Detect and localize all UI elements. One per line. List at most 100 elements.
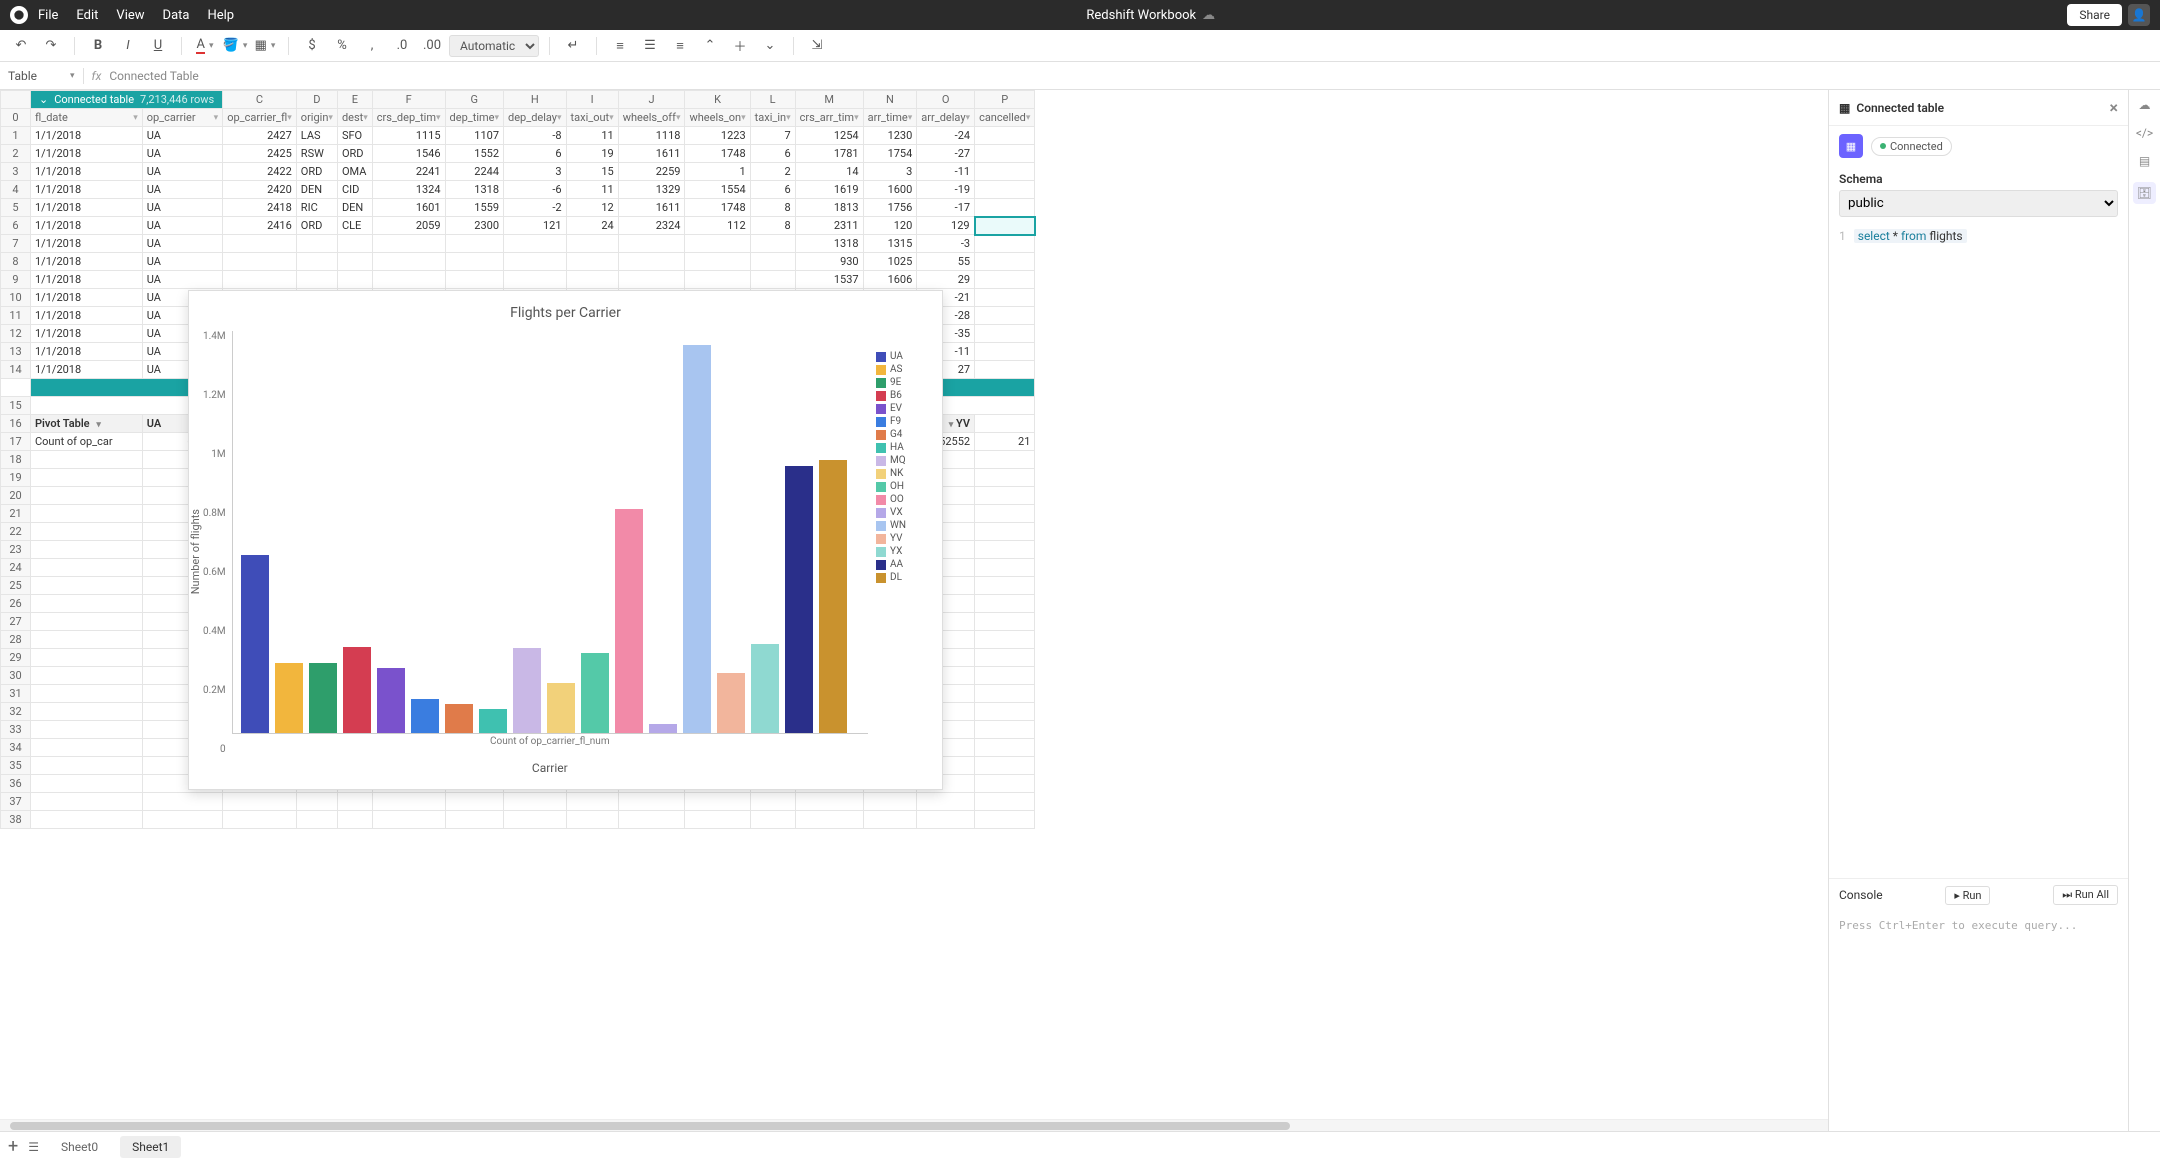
all-sheets-button[interactable]: ☰ <box>28 1140 39 1154</box>
cell[interactable]: -8 <box>504 127 567 145</box>
cell[interactable] <box>504 235 567 253</box>
cell[interactable] <box>223 235 297 253</box>
wrap-text-button[interactable]: ↵ <box>560 34 586 58</box>
cell[interactable]: RIC <box>296 199 337 217</box>
cell[interactable]: 14 <box>795 163 863 181</box>
col-letter[interactable]: L <box>750 91 795 109</box>
cell[interactable]: 7 <box>750 127 795 145</box>
cell[interactable]: 129 <box>917 217 975 235</box>
col-letter[interactable]: D <box>296 91 337 109</box>
cell[interactable]: 1/1/2018 <box>31 199 143 217</box>
cell[interactable]: 24 <box>566 217 618 235</box>
cell[interactable] <box>445 253 503 271</box>
row-number[interactable]: 9 <box>1 271 31 289</box>
cell[interactable] <box>975 181 1035 199</box>
cell[interactable]: UA <box>142 271 222 289</box>
cell[interactable]: 1/1/2018 <box>31 127 143 145</box>
cell[interactable]: 1756 <box>863 199 917 217</box>
col-letter[interactable]: E <box>337 91 372 109</box>
col-letter[interactable]: G <box>445 91 503 109</box>
cell[interactable]: UA <box>142 253 222 271</box>
align-left-button[interactable]: ≡ <box>607 34 633 58</box>
cell[interactable]: 2300 <box>445 217 503 235</box>
cell[interactable] <box>975 307 1035 325</box>
cell[interactable]: 2244 <box>445 163 503 181</box>
cell[interactable]: 1107 <box>445 127 503 145</box>
cell[interactable]: 19 <box>566 145 618 163</box>
redo-button[interactable]: ↷ <box>38 34 64 58</box>
menu-data[interactable]: Data <box>163 8 190 23</box>
cell[interactable]: 112 <box>685 217 750 235</box>
sql-editor[interactable]: 1 select * from flights <box>1829 223 2128 878</box>
column-header[interactable]: crs_arr_tim▾ <box>795 109 863 127</box>
cell[interactable]: 1600 <box>863 181 917 199</box>
row-number[interactable]: 12 <box>1 325 31 343</box>
cell[interactable] <box>445 235 503 253</box>
cell[interactable]: 8 <box>750 217 795 235</box>
cell[interactable]: 6 <box>750 181 795 199</box>
cell[interactable]: 1315 <box>863 235 917 253</box>
cell[interactable]: 1/1/2018 <box>31 163 143 181</box>
sheet-tab-0[interactable]: Sheet0 <box>49 1136 110 1158</box>
col-letter[interactable]: N <box>863 91 917 109</box>
col-letter[interactable]: M <box>795 91 863 109</box>
cell[interactable] <box>223 271 297 289</box>
column-header[interactable]: dep_time▾ <box>445 109 503 127</box>
cell[interactable] <box>975 163 1035 181</box>
cell[interactable]: 1115 <box>372 127 445 145</box>
column-header[interactable]: wheels_on▾ <box>685 109 750 127</box>
cell[interactable]: OMA <box>337 163 372 181</box>
cell[interactable] <box>296 271 337 289</box>
cell[interactable]: 1606 <box>863 271 917 289</box>
cell[interactable]: 1118 <box>618 127 685 145</box>
cell[interactable] <box>372 235 445 253</box>
column-header[interactable]: op_carrier_fl▾ <box>223 109 297 127</box>
text-color-button[interactable]: A▾ <box>192 34 218 58</box>
share-button[interactable]: Share <box>2067 4 2122 26</box>
cell[interactable]: UA <box>142 235 222 253</box>
align-center-button[interactable]: ☰ <box>637 34 663 58</box>
row-number[interactable]: 3 <box>1 163 31 181</box>
cell[interactable]: DEN <box>337 199 372 217</box>
cell[interactable] <box>337 271 372 289</box>
column-header[interactable]: origin▾ <box>296 109 337 127</box>
cell[interactable]: 2311 <box>795 217 863 235</box>
schema-select[interactable]: public <box>1839 190 2118 217</box>
increase-decimal-button[interactable]: .00 <box>419 34 445 58</box>
cell[interactable] <box>566 253 618 271</box>
menu-view[interactable]: View <box>116 8 144 23</box>
cell[interactable] <box>975 361 1035 379</box>
cell[interactable] <box>685 271 750 289</box>
code-icon[interactable]: </> <box>2136 126 2153 140</box>
number-format-select[interactable]: Automatic <box>449 35 539 57</box>
cell[interactable] <box>750 253 795 271</box>
cell[interactable] <box>223 253 297 271</box>
cell[interactable] <box>296 235 337 253</box>
chart-panel[interactable]: Flights per Carrier Number of flights 1.… <box>188 290 943 790</box>
cell[interactable]: 1230 <box>863 127 917 145</box>
cell[interactable] <box>337 253 372 271</box>
cell[interactable]: -24 <box>917 127 975 145</box>
col-letter[interactable]: F <box>372 91 445 109</box>
bold-button[interactable]: B <box>85 34 111 58</box>
cell[interactable] <box>975 325 1035 343</box>
column-header[interactable]: taxi_out▾ <box>566 109 618 127</box>
cell[interactable]: 6 <box>750 145 795 163</box>
col-letter[interactable]: O <box>917 91 975 109</box>
row-number[interactable]: 7 <box>1 235 31 253</box>
fill-color-button[interactable]: 🪣▾ <box>222 34 248 58</box>
cell[interactable]: 3 <box>863 163 917 181</box>
cell[interactable]: 1/1/2018 <box>31 235 143 253</box>
cell[interactable] <box>975 199 1035 217</box>
cell[interactable] <box>566 271 618 289</box>
cell[interactable]: 1/1/2018 <box>31 325 143 343</box>
row-number[interactable]: 11 <box>1 307 31 325</box>
row-number[interactable]: 6 <box>1 217 31 235</box>
cell[interactable]: 2 <box>750 163 795 181</box>
column-header[interactable]: taxi_in▾ <box>750 109 795 127</box>
cell[interactable]: 2427 <box>223 127 297 145</box>
col-letter[interactable]: I <box>566 91 618 109</box>
row-number[interactable]: 8 <box>1 253 31 271</box>
align-top-button[interactable]: ⌃ <box>697 34 723 58</box>
cell[interactable]: 1552 <box>445 145 503 163</box>
